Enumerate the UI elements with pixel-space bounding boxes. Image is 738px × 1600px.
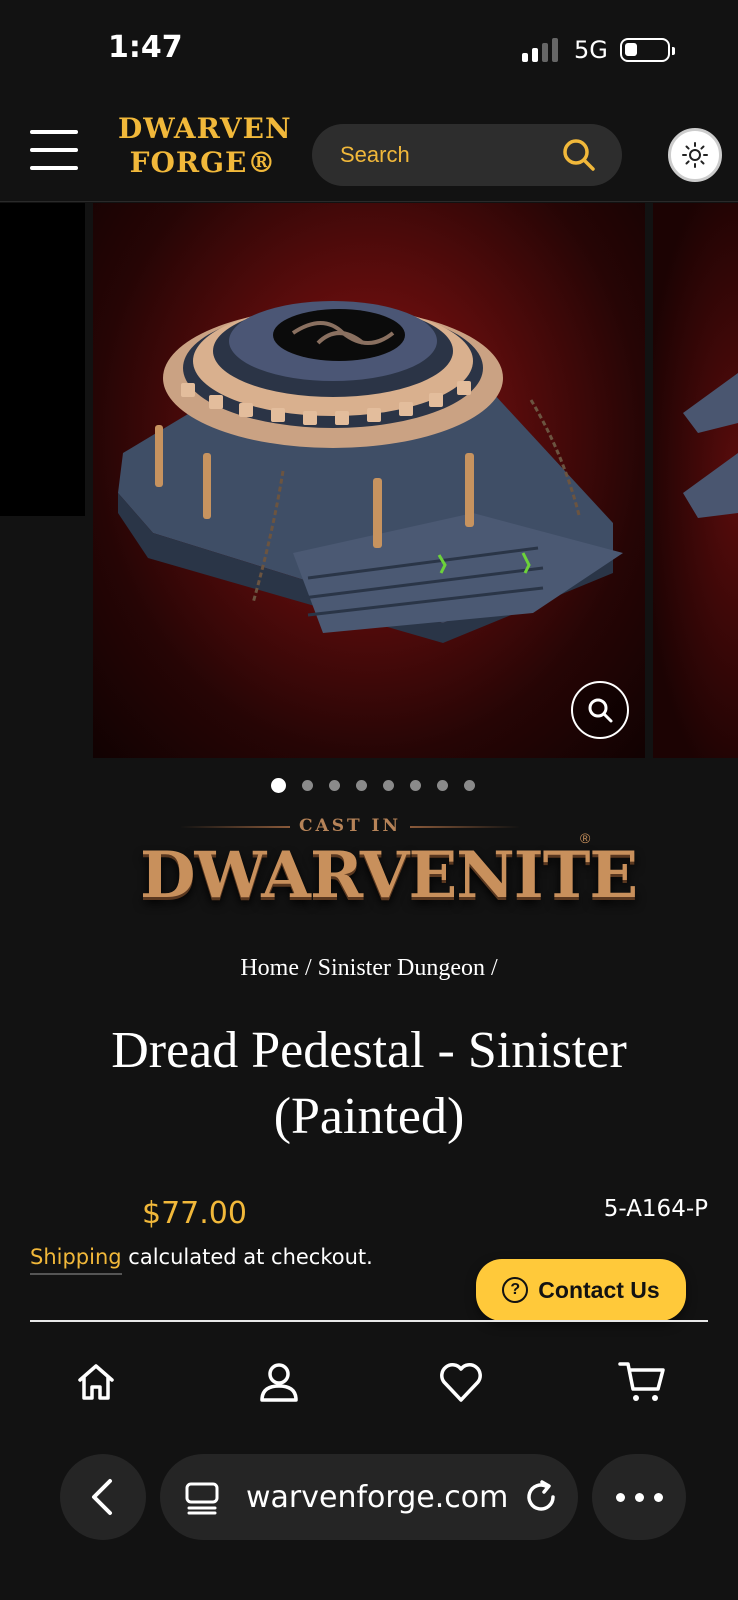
pagination-dot[interactable] (271, 778, 286, 793)
zoom-button[interactable] (571, 681, 629, 739)
search-input[interactable]: Search (312, 124, 622, 186)
shipping-text: calculated at checkout. (121, 1245, 373, 1269)
dwarven-forge-logo[interactable]: DWARVEN FORGE® (118, 112, 292, 188)
gallery-pagination[interactable] (0, 778, 738, 793)
breadcrumb-category[interactable]: Sinister Dungeon (318, 955, 485, 981)
search-placeholder: Search (340, 142, 410, 167)
more-dot (634, 1492, 644, 1502)
gallery-next-slide[interactable] (653, 203, 738, 758)
chevron-left-icon (92, 1479, 112, 1515)
next-slide-stairs (683, 373, 738, 518)
home-icon[interactable] (66, 1352, 126, 1412)
breadcrumb-separator: / (490, 955, 498, 981)
page-menu-icon (185, 1482, 219, 1515)
more-dot (653, 1492, 663, 1502)
account-icon[interactable] (249, 1352, 309, 1412)
logo-line-1: DWARVEN (118, 112, 292, 145)
dwarvenite-badge: CAST IN DWARVENITE ® (140, 816, 638, 916)
product-title: Dread Pedestal - Sinister (Painted) (111, 1022, 627, 1145)
pagination-dot[interactable] (356, 780, 367, 791)
shipping-link[interactable]: Shipping (30, 1245, 122, 1275)
sun-icon (682, 142, 708, 168)
search-icon[interactable] (562, 138, 596, 172)
wishlist-icon[interactable] (431, 1352, 491, 1412)
browser-toolbar: warvenforge.com (0, 1442, 738, 1600)
pagination-dot[interactable] (329, 780, 340, 791)
pagination-dot[interactable] (410, 780, 421, 791)
cart-icon[interactable] (612, 1352, 672, 1412)
product-image[interactable] (93, 203, 645, 758)
url-text: warvenforge.com (246, 1480, 509, 1515)
pedestal-illustration (118, 301, 623, 643)
pagination-dot[interactable] (437, 780, 448, 791)
more-options-button[interactable] (592, 1454, 686, 1540)
network-label: 5G (574, 36, 608, 64)
product-gallery[interactable] (0, 203, 738, 758)
breadcrumb-separator: / (304, 955, 312, 981)
reload-icon[interactable] (522, 1478, 560, 1516)
heart-icon (440, 1363, 482, 1402)
breadcrumb-home[interactable]: Home (240, 955, 299, 981)
help-icon: ? (502, 1277, 529, 1303)
signal-icon (522, 38, 558, 62)
bottom-tab-bar (0, 1322, 738, 1442)
site-header: DWARVEN FORGE® Search (0, 100, 738, 202)
cart-icon-glyph (618, 1362, 665, 1401)
product-sku: 5-A164-P (603, 1196, 708, 1222)
theme-toggle-button[interactable] (668, 128, 722, 182)
badge-registered-mark: ® (580, 830, 591, 846)
logo-line-2: FORGE® (129, 146, 277, 179)
badge-brand: DWARVENITE (140, 838, 638, 913)
more-dot (615, 1492, 625, 1502)
account-icon-glyph (260, 1363, 298, 1402)
contact-us-button[interactable]: ? Contact Us (476, 1259, 686, 1321)
battery-icon (620, 38, 675, 62)
breadcrumb: Home / Sinister Dungeon / (0, 955, 738, 982)
gallery-prev-slide[interactable] (0, 203, 85, 516)
hamburger-menu-icon[interactable] (30, 130, 78, 170)
zoom-icon (588, 698, 613, 723)
contact-us-label: Contact Us (538, 1276, 660, 1303)
pagination-dot[interactable] (302, 780, 313, 791)
badge-cast-in: CAST IN (298, 816, 402, 836)
address-bar[interactable]: warvenforge.com (160, 1454, 578, 1540)
product-price: $77.00 (142, 1196, 247, 1231)
status-time: 1:47 (108, 30, 183, 65)
status-bar: 1:47 5G (0, 0, 738, 100)
home-icon-glyph (78, 1364, 114, 1400)
shipping-note: Shipping calculated at checkout. (30, 1245, 373, 1275)
back-button[interactable] (60, 1454, 146, 1540)
pagination-dot[interactable] (464, 780, 475, 791)
pagination-dot[interactable] (383, 780, 394, 791)
